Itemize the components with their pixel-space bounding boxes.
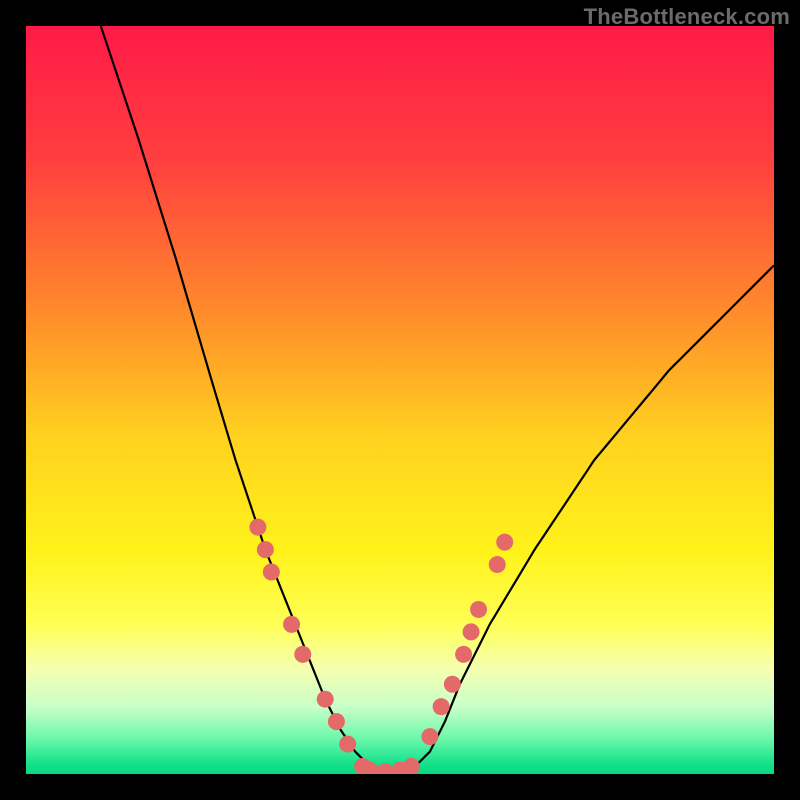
highlight-dot [489, 556, 506, 573]
chart-svg [26, 26, 774, 774]
chart-stage: TheBottleneck.com [0, 0, 800, 800]
highlight-dot [328, 713, 345, 730]
highlight-dot [339, 736, 356, 753]
highlight-dot [496, 534, 513, 551]
highlight-dot [463, 623, 480, 640]
highlight-dot [444, 676, 461, 693]
highlight-dot [294, 646, 311, 663]
highlight-dot [249, 519, 266, 536]
highlight-dot [283, 616, 300, 633]
highlight-dot [263, 564, 280, 581]
plot-area [26, 26, 774, 774]
highlight-dot [257, 541, 274, 558]
highlight-dot [421, 728, 438, 745]
highlight-dot [470, 601, 487, 618]
highlight-dot [317, 691, 334, 708]
watermark-text: TheBottleneck.com [584, 4, 790, 30]
highlight-dot [433, 698, 450, 715]
highlight-dot [455, 646, 472, 663]
